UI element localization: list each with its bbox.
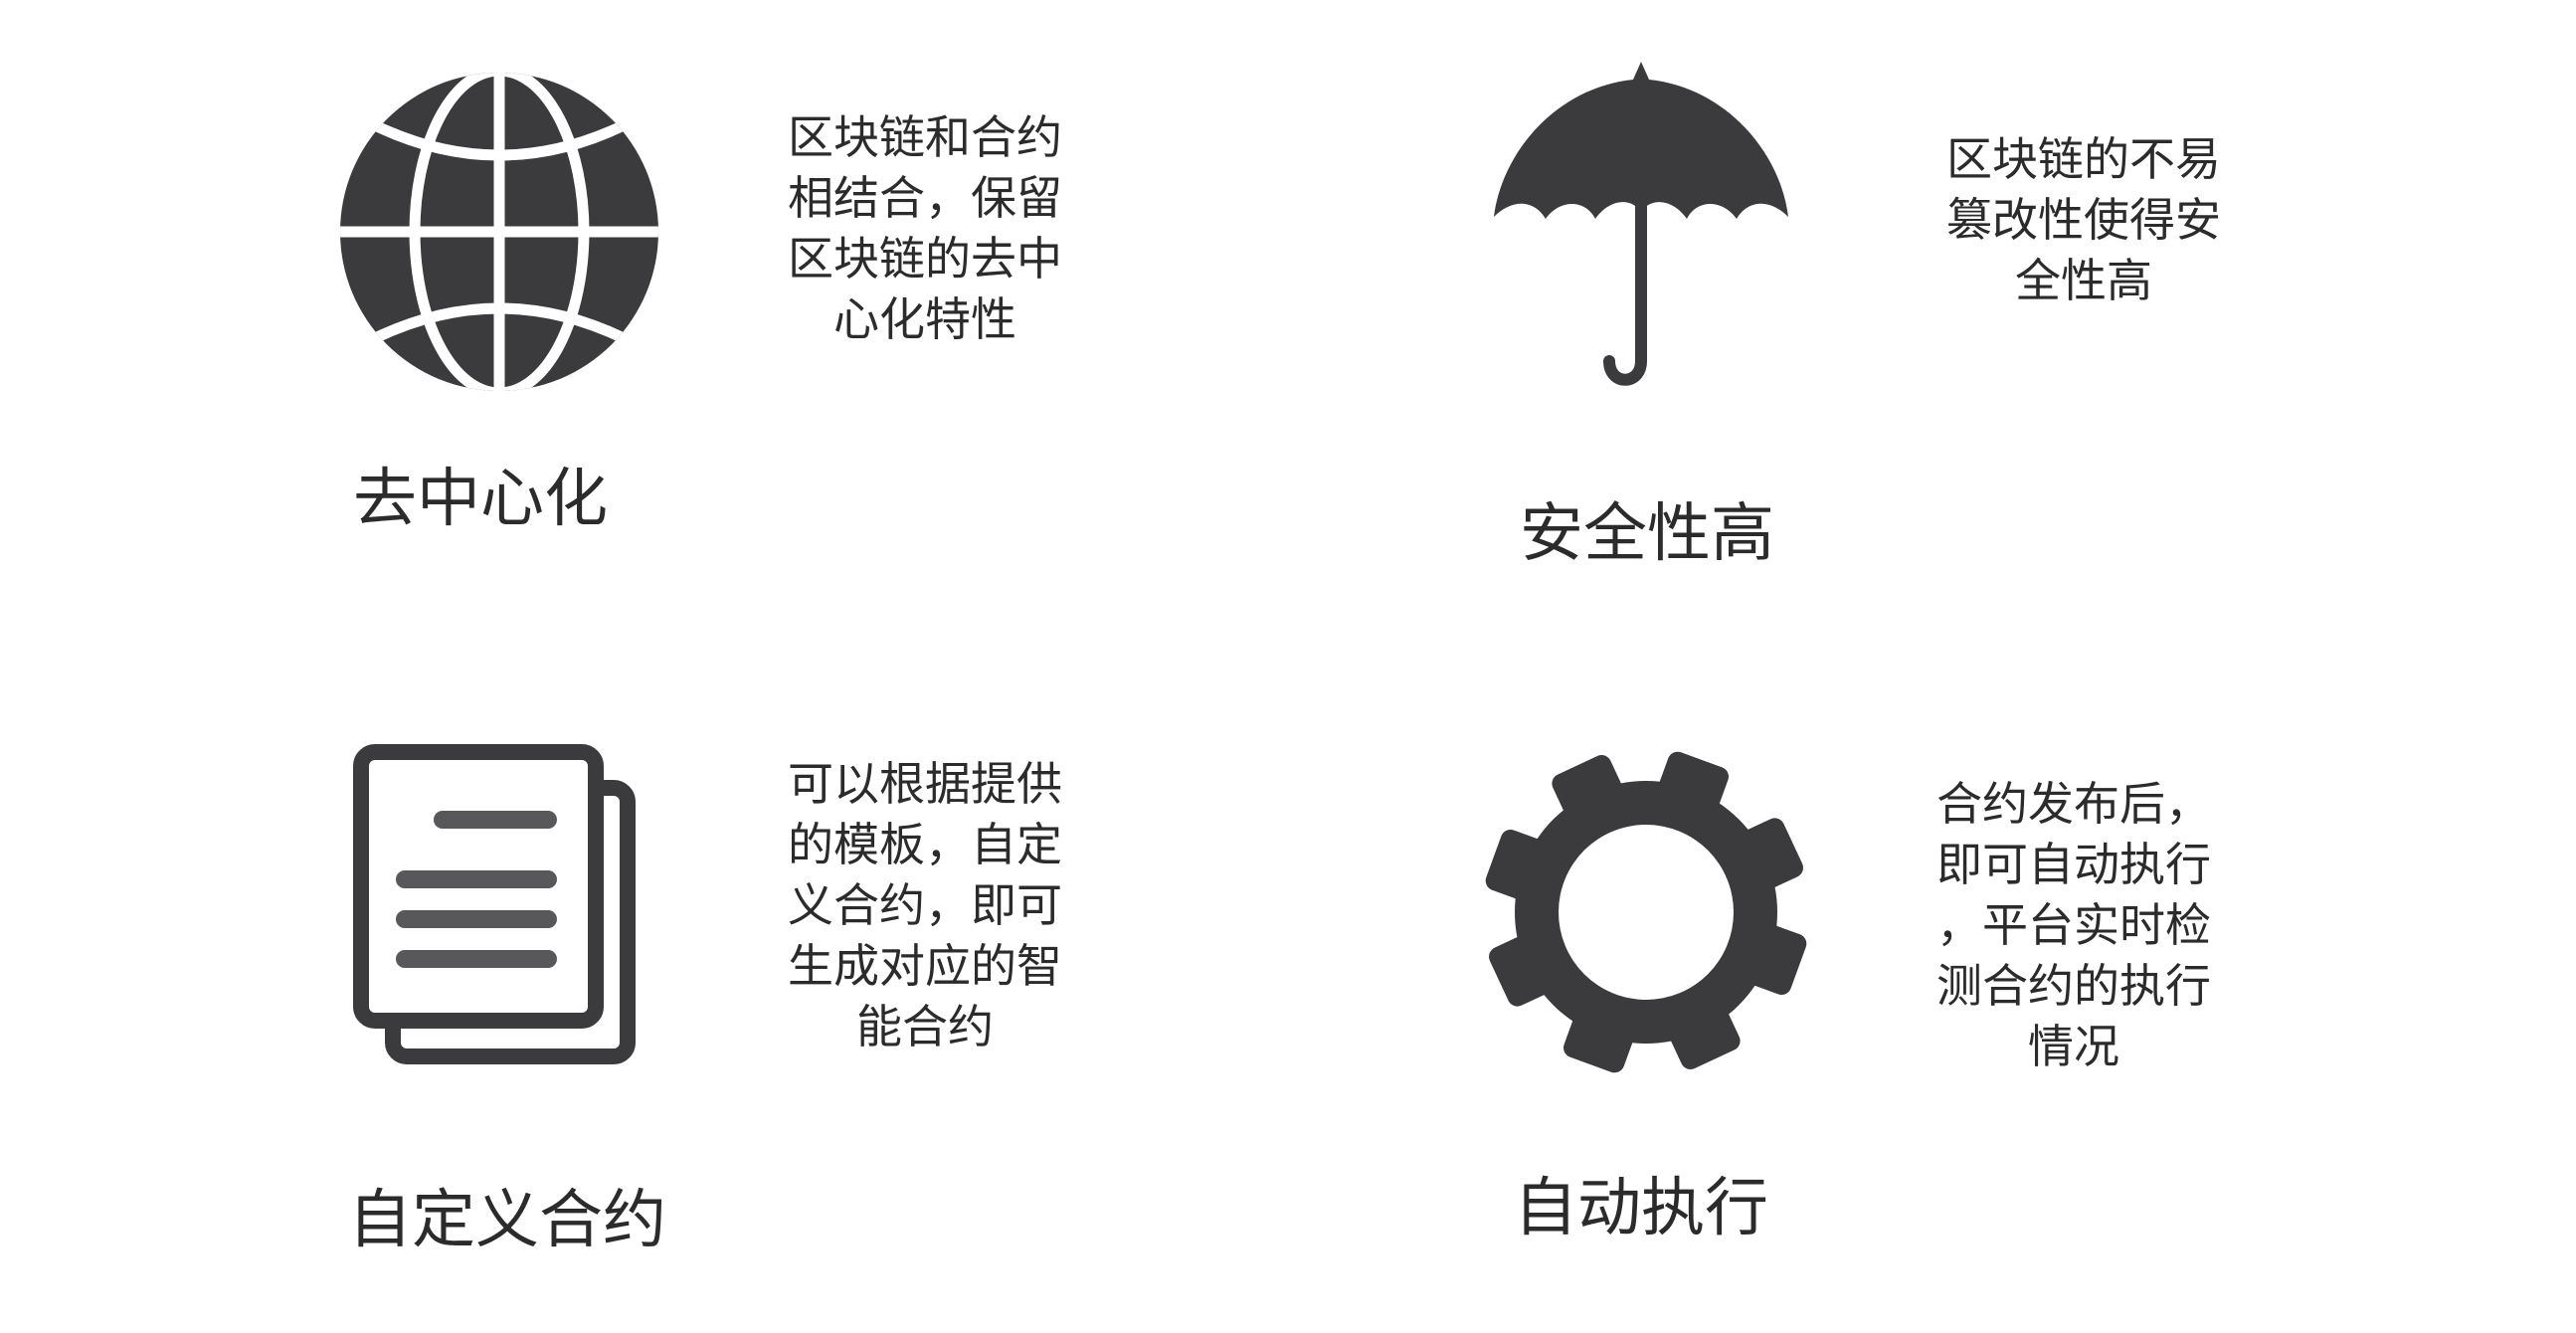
description-line: 全性高 <box>2015 254 2152 307</box>
description-line: 合约发布后， <box>1936 777 2211 831</box>
description-line: 生成对应的智 <box>788 939 1062 993</box>
description-line: 的模板，自定 <box>788 818 1062 871</box>
description-line: 义合约，即可 <box>788 878 1062 932</box>
description-line: 情况 <box>2028 1020 2119 1073</box>
description-line: 心化特性 <box>833 292 1016 346</box>
description-line: 区块链的不易 <box>1946 132 2221 186</box>
umbrella-icon <box>1492 58 1790 396</box>
feature-description: 区块链和合约 相结合，保留 区块链的去中 心化特性 <box>776 107 1074 350</box>
description-line: 区块链和合约 <box>788 110 1062 164</box>
feature-title: 自定义合约 <box>348 1184 666 1257</box>
globe-icon <box>335 68 663 396</box>
feature-description: 合约发布后， 即可自动执行 ，平台实时检 测合约的执行 情况 <box>1925 774 2223 1077</box>
feature-title: 自动执行 <box>1514 1172 1768 1245</box>
document-icon <box>353 744 642 1072</box>
description-line: ，平台实时检 <box>1936 898 2211 952</box>
description-line: 相结合，保留 <box>788 171 1062 225</box>
description-line: 测合约的执行 <box>1936 959 2211 1013</box>
description-line: 区块链的去中 <box>788 232 1062 286</box>
description-line: 篡改性使得安 <box>1946 193 2221 247</box>
feature-title: 安全性高 <box>1520 497 1774 571</box>
gear-icon <box>1482 748 1810 1076</box>
description-line: 能合约 <box>856 1000 994 1053</box>
feature-description: 可以根据提供 的模板，自定 义合约，即可 生成对应的智 能合约 <box>776 754 1074 1057</box>
description-line: 可以根据提供 <box>788 757 1062 811</box>
feature-title: 去中心化 <box>353 463 608 536</box>
description-line: 即可自动执行 <box>1936 838 2211 891</box>
feature-description: 区块链的不易 篡改性使得安 全性高 <box>1934 129 2233 311</box>
